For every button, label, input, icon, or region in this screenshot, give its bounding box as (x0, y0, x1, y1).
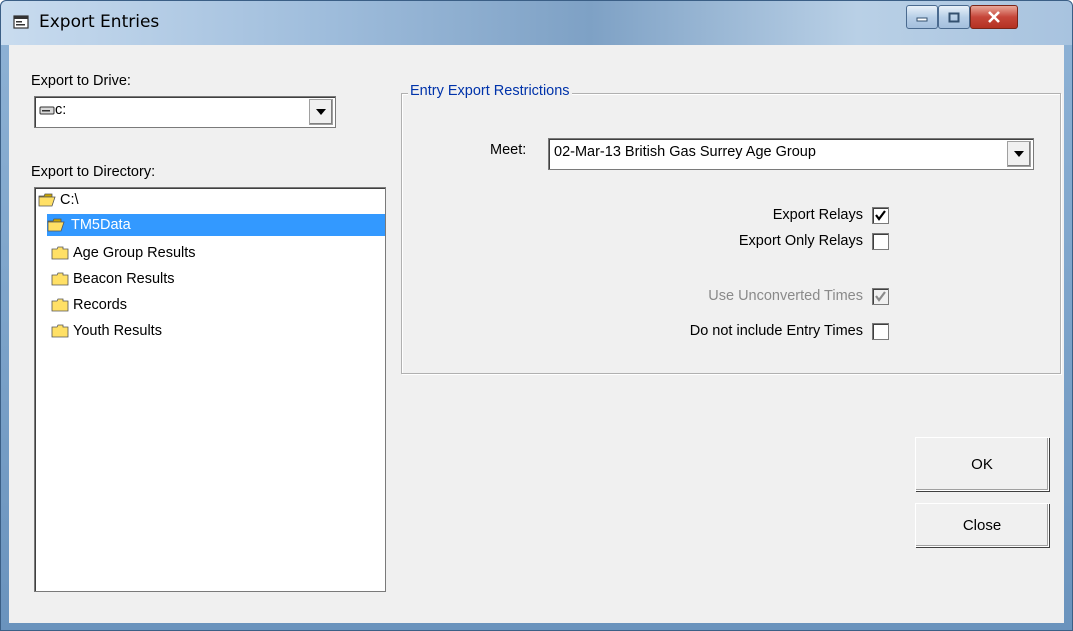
close-window-button[interactable] (970, 5, 1018, 29)
entry-export-restrictions-group: Entry Export Restrictions Meet: 02-Mar-1… (401, 83, 1061, 374)
maximize-button[interactable] (938, 5, 970, 29)
tree-item-label: Records (73, 297, 127, 313)
do-not-include-entry-times-checkbox[interactable] (872, 323, 889, 340)
tree-item-tm5data[interactable]: TM5Data (47, 214, 385, 236)
drive-dropdown-button[interactable] (309, 99, 333, 125)
open-folder-icon (47, 218, 65, 232)
title-bar[interactable]: Export Entries (1, 1, 1072, 45)
drive-icon (39, 106, 55, 115)
meet-value: 02-Mar-13 British Gas Surrey Age Group (554, 144, 816, 160)
tree-item-records[interactable]: Records (51, 294, 127, 316)
maximize-icon (948, 12, 960, 22)
folder-icon (51, 246, 69, 260)
checkmark-icon (875, 210, 886, 221)
drive-value: c: (55, 102, 67, 118)
use-unconverted-times-checkbox[interactable] (872, 288, 889, 305)
tree-item-age-group-results[interactable]: Age Group Results (51, 242, 196, 264)
use-unconverted-times-label: Use Unconverted Times (708, 288, 863, 304)
close-button[interactable]: Close (915, 503, 1049, 547)
meet-label: Meet: (490, 142, 527, 158)
open-folder-icon (38, 193, 56, 207)
export-relays-checkbox[interactable] (872, 207, 889, 224)
tree-item-beacon-results[interactable]: Beacon Results (51, 268, 175, 290)
meet-select[interactable]: 02-Mar-13 British Gas Surrey Age Group (548, 138, 1034, 170)
dialog-client-area: Export to Drive: c: Export to Directory:… (9, 45, 1064, 623)
drive-select[interactable]: c: (34, 96, 336, 128)
do-not-include-entry-times-label: Do not include Entry Times (689, 323, 863, 339)
tree-item-label: TM5Data (71, 217, 131, 233)
chevron-down-icon (1014, 151, 1024, 157)
minimize-button[interactable] (906, 5, 938, 29)
folder-icon (51, 324, 69, 338)
folder-icon (51, 272, 69, 286)
drive-label: Export to Drive: (31, 73, 131, 89)
tree-item-youth-results[interactable]: Youth Results (51, 320, 162, 342)
chevron-down-icon (316, 109, 326, 115)
folder-icon (51, 298, 69, 312)
export-only-relays-label: Export Only Relays (738, 233, 863, 249)
tree-item-label: Age Group Results (73, 245, 196, 261)
tree-item-label: Beacon Results (73, 271, 175, 287)
checkmark-icon (875, 291, 886, 302)
export-only-relays-checkbox[interactable] (872, 233, 889, 250)
tree-item-c-drive[interactable]: C:\ (38, 189, 79, 211)
ok-button[interactable]: OK (915, 437, 1049, 491)
export-relays-label: Export Relays (772, 207, 863, 223)
export-entries-window: Export Entries Export to Drive: c: Expor… (0, 0, 1073, 631)
tree-item-label: Youth Results (73, 323, 162, 339)
group-title: Entry Export Restrictions (408, 83, 572, 99)
meet-dropdown-button[interactable] (1007, 141, 1031, 167)
directory-tree[interactable]: C:\ TM5Data Age Group Results Beacon Res… (34, 187, 386, 592)
close-icon (988, 11, 1000, 23)
window-title: Export Entries (39, 12, 160, 32)
directory-label: Export to Directory: (31, 164, 156, 180)
minimize-icon (916, 17, 928, 22)
app-icon (13, 15, 29, 29)
tree-item-label: C:\ (60, 192, 79, 208)
